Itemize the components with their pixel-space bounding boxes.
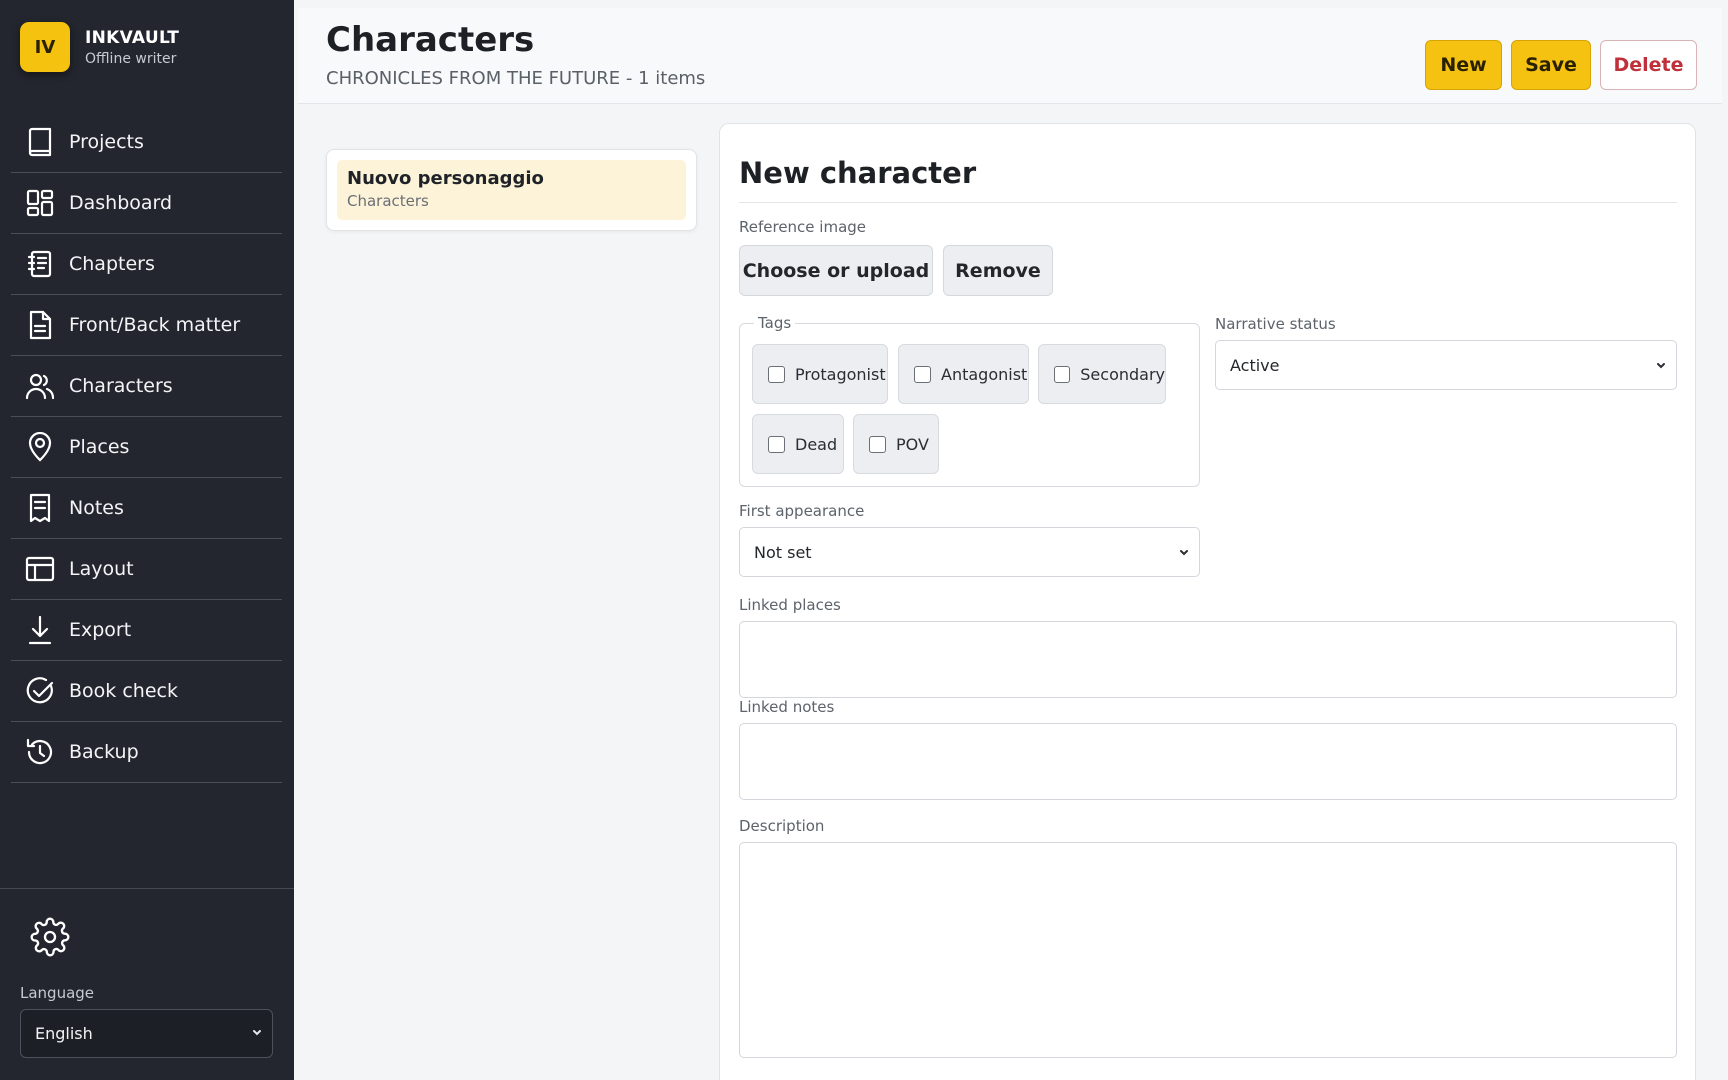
tag-pov-checkbox[interactable]: POV bbox=[853, 414, 939, 474]
page-subtitle: CHRONICLES FROM THE FUTURE - 1 items bbox=[326, 68, 706, 89]
app-name: INKVAULT bbox=[85, 27, 180, 48]
page-title: Characters bbox=[326, 20, 535, 60]
app-logo: IV bbox=[20, 22, 70, 72]
language-label: Language bbox=[20, 984, 95, 1002]
checkbox-box bbox=[768, 435, 785, 453]
document-icon bbox=[25, 310, 55, 340]
sidebar-item-label: Front/Back matter bbox=[69, 314, 241, 336]
sidebar-item-label: Notes bbox=[69, 497, 124, 519]
check-circle-icon bbox=[25, 676, 55, 706]
reference-image-label: Reference image bbox=[739, 218, 867, 236]
checkbox-box bbox=[914, 365, 931, 383]
chevron-down-icon bbox=[250, 1024, 264, 1043]
first-appearance-label: First appearance bbox=[739, 502, 865, 520]
sidebar-item-label: Layout bbox=[69, 558, 134, 580]
download-icon bbox=[25, 615, 55, 645]
sidebar-item-notes[interactable]: Notes bbox=[11, 478, 282, 539]
save-button[interactable]: Save bbox=[1511, 40, 1591, 90]
character-editor: New character Reference image Choose or … bbox=[719, 123, 1696, 1080]
list-item-subtitle: Characters bbox=[347, 192, 429, 210]
history-icon bbox=[25, 737, 55, 767]
description-label: Description bbox=[739, 817, 825, 835]
tag-dead-checkbox[interactable]: Dead bbox=[752, 414, 844, 474]
list-item[interactable]: Nuovo personaggio Characters bbox=[337, 160, 686, 220]
sidebar-item-projects[interactable]: Projects bbox=[11, 112, 282, 173]
linked-notes-field[interactable] bbox=[739, 723, 1677, 800]
divider bbox=[739, 202, 1677, 203]
checkbox-box bbox=[1054, 365, 1071, 383]
brand: IV INKVAULT Offline writer bbox=[20, 22, 179, 72]
checkbox-box bbox=[768, 365, 785, 383]
sidebar-item-book-check[interactable]: Book check bbox=[11, 661, 282, 722]
sidebar-nav: Projects Dashboard Chapters Front/Back m… bbox=[11, 112, 282, 783]
sidebar-item-label: Chapters bbox=[69, 253, 155, 275]
narrative-status-value: Active bbox=[1230, 355, 1280, 375]
page-header: Characters CHRONICLES FROM THE FUTURE - … bbox=[298, 8, 1722, 104]
dashboard-icon bbox=[25, 188, 55, 218]
tags-fieldset: Tags Protagonist Antagonist Secondary De… bbox=[739, 314, 1200, 487]
linked-places-label: Linked places bbox=[739, 596, 841, 614]
language-value: English bbox=[35, 1024, 93, 1043]
sidebar-item-label: Export bbox=[69, 619, 132, 641]
linked-notes-label: Linked notes bbox=[739, 698, 835, 716]
chevron-down-icon bbox=[1177, 544, 1191, 563]
sidebar-item-label: Projects bbox=[69, 131, 144, 153]
first-appearance-value: Not set bbox=[754, 542, 812, 562]
sidebar-item-layout[interactable]: Layout bbox=[11, 539, 282, 600]
map-pin-icon bbox=[25, 432, 55, 462]
app-tagline: Offline writer bbox=[85, 50, 177, 67]
book-icon bbox=[25, 127, 55, 157]
layout-icon bbox=[25, 554, 55, 584]
sidebar-item-label: Characters bbox=[69, 375, 173, 397]
sidebar-item-label: Places bbox=[69, 436, 130, 458]
sidebar-item-label: Backup bbox=[69, 741, 139, 763]
sidebar-item-label: Book check bbox=[69, 680, 178, 702]
linked-places-field[interactable] bbox=[739, 621, 1677, 698]
narrative-status-select[interactable]: Active bbox=[1215, 340, 1677, 390]
chevron-down-icon bbox=[1654, 357, 1668, 376]
editor-title: New character bbox=[739, 156, 977, 190]
users-icon bbox=[25, 371, 55, 401]
sidebar-item-front-back-matter[interactable]: Front/Back matter bbox=[11, 295, 282, 356]
gear-icon[interactable] bbox=[30, 917, 70, 957]
narrative-status-label: Narrative status bbox=[1215, 315, 1336, 333]
checkbox-box bbox=[869, 435, 886, 453]
delete-button[interactable]: Delete bbox=[1600, 40, 1697, 90]
sidebar-item-characters[interactable]: Characters bbox=[11, 356, 282, 417]
sidebar-item-places[interactable]: Places bbox=[11, 417, 282, 478]
sidebar-item-backup[interactable]: Backup bbox=[11, 722, 282, 783]
sidebar-footer: Language English bbox=[0, 888, 294, 1080]
tag-antagonist-checkbox[interactable]: Antagonist bbox=[898, 344, 1029, 404]
list-item-title: Nuovo personaggio bbox=[347, 168, 544, 189]
sidebar-item-dashboard[interactable]: Dashboard bbox=[11, 173, 282, 234]
language-select[interactable]: English bbox=[20, 1009, 273, 1058]
tag-label: Secondary bbox=[1080, 364, 1165, 384]
sidebar-item-export[interactable]: Export bbox=[11, 600, 282, 661]
tag-label: Dead bbox=[795, 434, 838, 454]
tag-secondary-checkbox[interactable]: Secondary bbox=[1038, 344, 1166, 404]
tags-legend: Tags bbox=[754, 314, 796, 332]
choose-upload-button[interactable]: Choose or upload bbox=[739, 245, 933, 296]
notes-icon bbox=[25, 493, 55, 523]
sidebar: IV INKVAULT Offline writer Projects Dash… bbox=[0, 0, 294, 1080]
new-button[interactable]: New bbox=[1425, 40, 1502, 90]
tag-label: Antagonist bbox=[941, 364, 1028, 384]
tag-label: Protagonist bbox=[795, 364, 886, 384]
tag-protagonist-checkbox[interactable]: Protagonist bbox=[752, 344, 888, 404]
remove-image-button[interactable]: Remove bbox=[943, 245, 1053, 296]
chapters-icon bbox=[25, 249, 55, 279]
first-appearance-select[interactable]: Not set bbox=[739, 527, 1200, 577]
character-list: Nuovo personaggio Characters bbox=[326, 149, 697, 231]
sidebar-item-chapters[interactable]: Chapters bbox=[11, 234, 282, 295]
tag-label: POV bbox=[896, 434, 929, 454]
sidebar-item-label: Dashboard bbox=[69, 192, 173, 214]
description-textarea[interactable] bbox=[739, 842, 1677, 1058]
